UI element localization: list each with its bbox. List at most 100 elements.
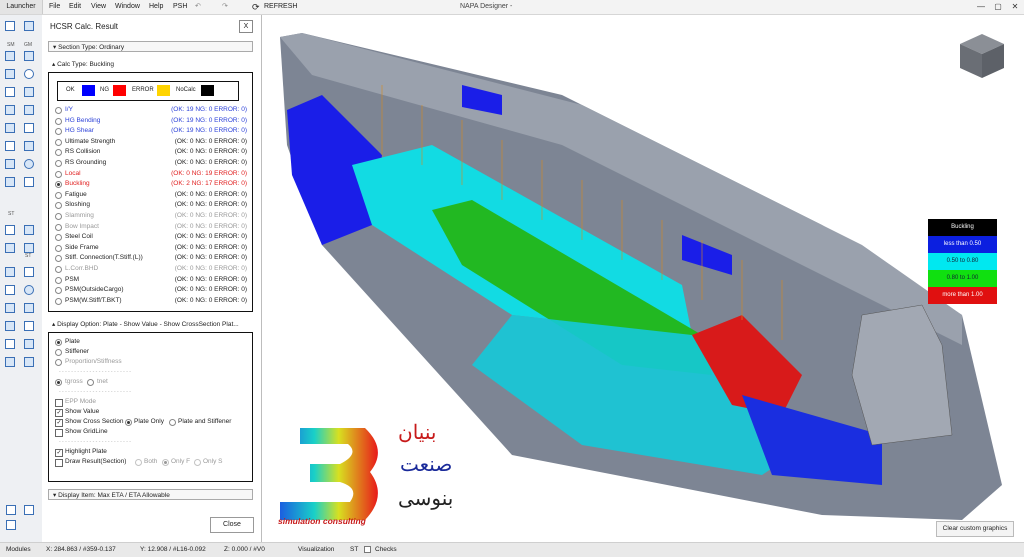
close-window-icon[interactable]: ✕ bbox=[1009, 1, 1021, 13]
toolbar-button[interactable] bbox=[5, 303, 15, 313]
menu-edit[interactable]: Edit bbox=[69, 0, 81, 14]
toolbar-button[interactable] bbox=[24, 321, 34, 331]
calc-item-side-frame[interactable]: Side Frame (OK: 0 NG: 0 ERROR: 0) bbox=[55, 243, 247, 253]
calc-item-stiff-connection-t-stiff-l-[interactable]: Stiff. Connection(T.Stiff.(L)) (OK: 0 NG:… bbox=[55, 253, 247, 263]
toolbar-button[interactable] bbox=[5, 225, 15, 235]
calc-item-rs-collision[interactable]: RS Collision (OK: 0 NG: 0 ERROR: 0) bbox=[55, 147, 247, 157]
redo-icon[interactable]: ↷ bbox=[222, 0, 228, 14]
calc-item-sloshing[interactable]: Sloshing (OK: 0 NG: 0 ERROR: 0) bbox=[55, 200, 247, 210]
menu-file[interactable]: File bbox=[49, 0, 60, 14]
opt-show-cross[interactable]: ✓ Show Cross Section Plate Only Plate and… bbox=[55, 417, 247, 427]
calc-item-i-y[interactable]: I/Y (OK: 19 NG: 0 ERROR: 0) bbox=[55, 105, 247, 115]
toolbar-button[interactable] bbox=[24, 267, 34, 277]
toolbar-button[interactable] bbox=[5, 123, 15, 133]
calc-item-status: (OK: 0 NG: 0 ERROR: 0) bbox=[174, 212, 247, 219]
toolbar-button[interactable] bbox=[24, 357, 34, 367]
calc-item-psm-outsidecargo-[interactable]: PSM(OutsideCargo) (OK: 0 NG: 0 ERROR: 0) bbox=[55, 285, 247, 295]
calc-item-hg-shear[interactable]: HG Shear (OK: 19 NG: 0 ERROR: 0) bbox=[55, 126, 247, 136]
toolbar-button[interactable] bbox=[5, 267, 15, 277]
radio-icon bbox=[55, 138, 62, 146]
calc-item-buckling[interactable]: Buckling (OK: 2 NG: 17 ERROR: 0) bbox=[55, 179, 247, 189]
opt-tnet-label[interactable]: tnet bbox=[97, 377, 108, 387]
toolbar-button[interactable] bbox=[5, 243, 15, 253]
calc-item-ultimate-strength[interactable]: Ultimate Strength (OK: 0 NG: 0 ERROR: 0) bbox=[55, 137, 247, 147]
toolbar-button[interactable] bbox=[5, 69, 15, 79]
visualization-dropdown[interactable]: Visualization bbox=[298, 543, 334, 557]
opt-epp[interactable]: EPP Mode bbox=[55, 397, 247, 407]
toolbar-button[interactable] bbox=[5, 339, 15, 349]
calc-item-psm[interactable]: PSM (OK: 0 NG: 0 ERROR: 0) bbox=[55, 275, 247, 285]
modules-dropdown[interactable]: Modules bbox=[6, 543, 31, 557]
toolbar-button[interactable] bbox=[24, 505, 34, 515]
display-option-header[interactable]: ▴ Display Option: Plate - Show Value - S… bbox=[48, 319, 253, 330]
opt-plate-only-label[interactable]: Plate Only bbox=[134, 417, 164, 427]
toolbar-button[interactable] bbox=[5, 87, 15, 97]
navigation-cube[interactable] bbox=[958, 32, 1006, 82]
close-button[interactable]: Close bbox=[210, 517, 254, 533]
toolbar-button[interactable] bbox=[24, 159, 34, 169]
opt-both-label[interactable]: Both bbox=[144, 457, 157, 467]
toolbar-button[interactable] bbox=[6, 505, 16, 515]
toolbar-button[interactable] bbox=[24, 123, 34, 133]
calc-item-hg-bending[interactable]: HG Bending (OK: 19 NG: 0 ERROR: 0) bbox=[55, 116, 247, 126]
calc-item-l-corr-bhd[interactable]: L.Corr.BHD (OK: 0 NG: 0 ERROR: 0) bbox=[55, 264, 247, 274]
calc-item-slamming[interactable]: Slamming (OK: 0 NG: 0 ERROR: 0) bbox=[55, 211, 247, 221]
toolbar-button[interactable] bbox=[5, 159, 15, 169]
toolbar-button[interactable] bbox=[24, 225, 34, 235]
toolbar-button[interactable] bbox=[6, 520, 16, 530]
calc-item-local[interactable]: Local (OK: 0 NG: 19 ERROR: 0) bbox=[55, 169, 247, 179]
undo-icon[interactable]: ↶ bbox=[195, 0, 201, 14]
menu-window[interactable]: Window bbox=[115, 0, 140, 14]
refresh-icon[interactable]: ⟳ bbox=[252, 0, 260, 14]
menu-help[interactable]: Help bbox=[149, 0, 163, 14]
toolbar-button[interactable] bbox=[5, 21, 15, 31]
toolbar-button[interactable] bbox=[5, 285, 15, 295]
opt-draw-result[interactable]: Draw Result(Section) Both Only F Only S bbox=[55, 457, 247, 467]
toolbar-button[interactable] bbox=[24, 177, 34, 187]
opt-highlight[interactable]: ✓ Highlight Plate bbox=[55, 447, 247, 457]
clear-custom-graphics-button[interactable]: Clear custom graphics bbox=[936, 521, 1014, 537]
toolbar-button[interactable] bbox=[5, 105, 15, 115]
menu-psh[interactable]: PSH bbox=[173, 0, 187, 14]
section-type-header[interactable]: ▾ Section Type: Ordinary bbox=[48, 41, 253, 52]
opt-plate-stiff-label[interactable]: Plate and Stiffener bbox=[178, 417, 231, 427]
toolbar-button[interactable] bbox=[24, 51, 34, 61]
toolbar-button[interactable] bbox=[5, 51, 15, 61]
checks-checkbox[interactable] bbox=[364, 546, 371, 553]
opt-only-s-label[interactable]: Only S bbox=[203, 457, 223, 467]
toolbar-button[interactable] bbox=[5, 321, 15, 331]
toolbar-button[interactable] bbox=[24, 21, 34, 31]
opt-stiffener[interactable]: Stiffener bbox=[55, 347, 247, 357]
toolbar-button[interactable] bbox=[24, 105, 34, 115]
toolbar-button[interactable] bbox=[24, 285, 34, 295]
toolbar-button[interactable] bbox=[5, 141, 15, 151]
calc-type-header[interactable]: ▴ Calc Type: Buckling bbox=[48, 59, 253, 70]
toolbar-button[interactable] bbox=[5, 177, 15, 187]
panel-close-button[interactable]: X bbox=[239, 20, 253, 33]
opt-plate[interactable]: Plate bbox=[55, 337, 247, 347]
minimize-icon[interactable]: — bbox=[975, 1, 987, 13]
display-item-header[interactable]: ▾ Display Item: Max ETA / ETA Allowable bbox=[48, 489, 253, 500]
launcher-button[interactable]: Launcher bbox=[0, 0, 43, 14]
refresh-button[interactable]: REFRESH bbox=[264, 0, 297, 14]
calc-item-rs-grounding[interactable]: RS Grounding (OK: 0 NG: 0 ERROR: 0) bbox=[55, 158, 247, 168]
opt-tgross[interactable]: tgross tnet bbox=[55, 377, 247, 387]
menu-view[interactable]: View bbox=[91, 0, 106, 14]
toolbar-button[interactable] bbox=[24, 87, 34, 97]
opt-proportion[interactable]: Proportion/Stiffness bbox=[55, 357, 247, 367]
calc-item-steel-coil[interactable]: Steel Coil (OK: 0 NG: 0 ERROR: 0) bbox=[55, 232, 247, 242]
opt-show-grid[interactable]: Show GridLine bbox=[55, 427, 247, 437]
opt-only-f-label[interactable]: Only F bbox=[171, 457, 190, 467]
toolbar-button[interactable] bbox=[24, 243, 34, 253]
maximize-icon[interactable]: ▢ bbox=[992, 1, 1004, 13]
opt-show-value[interactable]: ✓ Show Value bbox=[55, 407, 247, 417]
calc-item-bow-impact[interactable]: Bow Impact (OK: 0 NG: 0 ERROR: 0) bbox=[55, 222, 247, 232]
toolbar-button[interactable] bbox=[24, 69, 34, 79]
toolbar-button[interactable] bbox=[24, 303, 34, 313]
st-indicator[interactable]: ST bbox=[350, 543, 358, 557]
toolbar-button[interactable] bbox=[24, 339, 34, 349]
calc-item-fatigue[interactable]: Fatigue (OK: 0 NG: 0 ERROR: 0) bbox=[55, 190, 247, 200]
toolbar-button[interactable] bbox=[5, 357, 15, 367]
calc-item-psm-w-stiff-t-bkt-[interactable]: PSM(W.Stiff/T.BKT) (OK: 0 NG: 0 ERROR: 0) bbox=[55, 296, 247, 306]
toolbar-button[interactable] bbox=[24, 141, 34, 151]
